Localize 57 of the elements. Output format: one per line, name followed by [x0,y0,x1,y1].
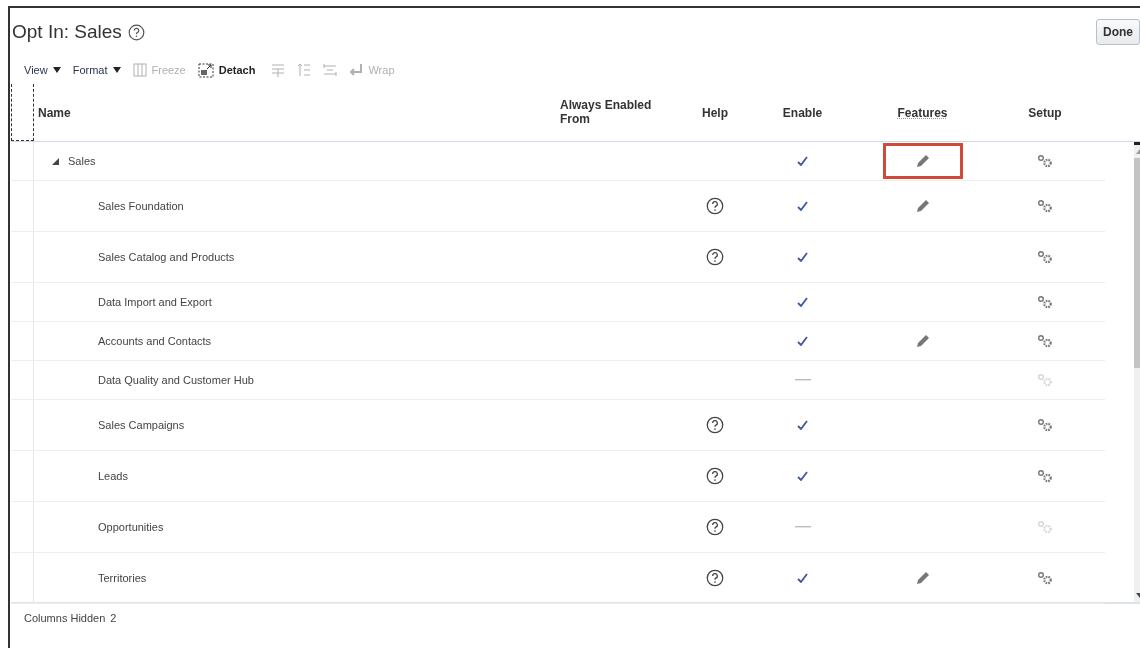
row-name: Sales Catalog and Products [98,251,235,263]
gears-icon[interactable] [1037,295,1053,309]
check-icon[interactable] [797,252,808,262]
gears-icon[interactable] [1037,418,1053,432]
gears-icon[interactable] [1037,571,1053,585]
status-value: 2 [110,612,117,624]
caret-icon [112,67,121,73]
check-icon[interactable] [797,297,808,307]
pencil-icon [914,333,931,349]
row-name: Data Import and Export [98,296,212,308]
row-name: Accounts and Contacts [98,335,212,347]
help-icon[interactable] [127,23,145,41]
help-icon[interactable] [706,569,724,587]
column-header[interactable]: Name [34,84,560,141]
row-name: Sales Foundation [98,200,184,212]
gears-icon[interactable] [1037,199,1053,213]
expand-triangle-icon[interactable] [52,157,59,165]
detach-button[interactable]: Detach [197,62,256,78]
column-header[interactable]: Features [860,84,985,141]
column-header[interactable]: Always Enabled From [560,84,670,141]
row-header-corner [11,84,34,141]
check-icon[interactable] [797,336,808,346]
column-header[interactable]: Enable [745,84,860,141]
gears-icon[interactable] [1037,469,1053,483]
help-icon[interactable] [706,197,724,215]
pencil-icon [914,153,931,169]
help-icon[interactable] [706,518,724,536]
help-icon[interactable] [706,416,724,434]
column-header[interactable]: Setup [985,84,1105,141]
help-icon[interactable] [706,467,724,485]
row-name: Territories [98,572,147,584]
row-name: Sales [68,155,96,167]
gears-icon[interactable] [1037,250,1053,264]
menu-button[interactable]: View [24,64,61,76]
done-button[interactable]: Done [1096,19,1140,45]
help-icon[interactable] [706,248,724,266]
detach-icon [197,62,214,78]
check-icon[interactable] [797,420,808,430]
check-icon[interactable] [797,156,808,166]
check-icon[interactable] [797,573,808,583]
gears-icon[interactable] [1037,334,1053,348]
column-header[interactable]: Help [685,84,745,141]
status-label: Columns Hidden [24,612,106,624]
pencil-icon [914,198,931,214]
row-name: Leads [98,470,128,482]
row-name: Data Quality and Customer Hub [98,374,254,386]
row-name: Sales Campaigns [98,419,185,431]
check-icon[interactable] [797,201,808,211]
row-name: Opportunities [98,521,164,533]
gears-icon[interactable] [1037,154,1053,168]
page-title: Opt In: Sales [12,21,122,43]
menu-button[interactable]: Format [72,64,121,76]
columns-icon [132,63,147,77]
caret-icon [52,67,61,73]
return-arrow-icon [349,64,364,76]
pencil-icon [914,570,931,586]
check-icon[interactable] [797,471,808,481]
